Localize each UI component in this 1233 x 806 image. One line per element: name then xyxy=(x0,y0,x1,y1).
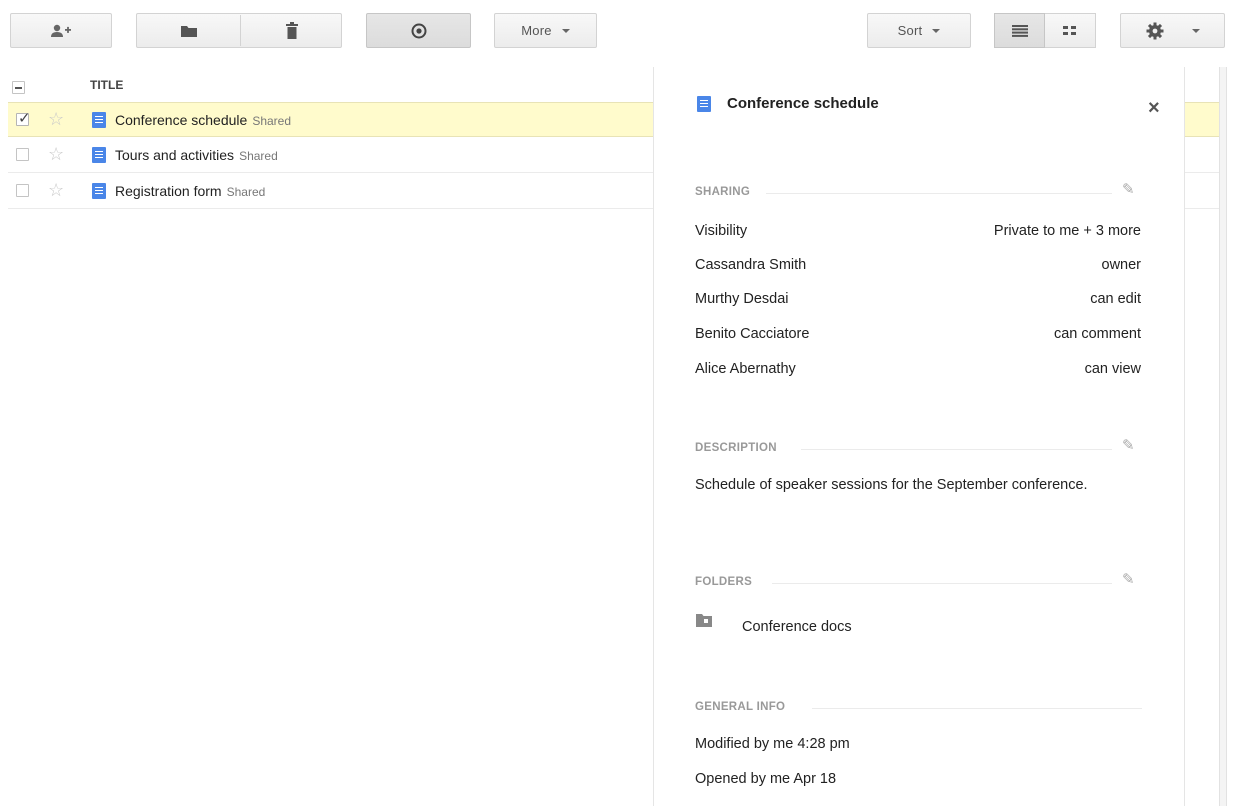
more-label: More xyxy=(521,23,552,38)
folder-delete-group xyxy=(136,13,342,48)
document-icon xyxy=(92,112,106,128)
edit-sharing-icon[interactable]: ✎ xyxy=(1122,180,1135,198)
preview-button[interactable] xyxy=(366,13,471,48)
sort-button[interactable]: Sort xyxy=(867,13,971,48)
sort-label: Sort xyxy=(897,23,923,38)
edit-description-icon[interactable]: ✎ xyxy=(1122,436,1135,454)
list-scrollbar[interactable] xyxy=(1219,67,1227,806)
add-person-icon xyxy=(51,24,71,37)
file-name[interactable]: Tours and activities xyxy=(115,147,234,163)
sharing-person-name: Murthy Desdai xyxy=(695,291,789,307)
more-button[interactable]: More xyxy=(494,13,597,48)
chevron-down-icon xyxy=(1191,28,1200,33)
section-divider xyxy=(772,583,1112,584)
move-to-folder-button[interactable] xyxy=(137,14,240,47)
star-icon[interactable]: ☆ xyxy=(48,144,64,165)
shared-badge: Shared xyxy=(252,114,292,128)
gear-icon xyxy=(1146,22,1163,39)
row-title[interactable]: Tours and activities Shared xyxy=(115,147,278,163)
details-panel: Conference schedule × SHARING ✎ Visibili… xyxy=(653,67,1185,806)
section-divider xyxy=(812,708,1142,709)
section-divider xyxy=(801,449,1112,450)
sharing-person-name: Benito Cacciatore xyxy=(695,326,810,342)
file-name[interactable]: Registration form xyxy=(115,183,222,199)
section-divider xyxy=(766,193,1112,194)
document-icon xyxy=(92,183,106,199)
view-toggle-group xyxy=(994,13,1096,48)
file-name[interactable]: Conference schedule xyxy=(115,112,247,128)
sharing-person-role: can comment xyxy=(1053,326,1141,342)
details-title: Conference schedule xyxy=(727,95,879,112)
edit-folders-icon[interactable]: ✎ xyxy=(1122,570,1135,588)
settings-button[interactable] xyxy=(1120,13,1225,48)
eye-icon xyxy=(411,23,426,38)
list-view-icon xyxy=(1011,24,1028,37)
title-column-header[interactable]: TITLE xyxy=(90,78,123,92)
sharing-person-name: Cassandra Smith xyxy=(695,257,807,273)
folder-item[interactable]: Conference docs xyxy=(742,619,852,635)
sharing-person-name: Alice Abernathy xyxy=(695,361,796,377)
visibility-value: Private to me + 3 more xyxy=(993,223,1141,239)
add-person-button[interactable] xyxy=(10,13,112,48)
chevron-down-icon xyxy=(561,28,570,33)
modified-info: Modified by me 4:28 pm xyxy=(695,736,850,752)
select-all-checkbox[interactable] xyxy=(12,81,25,94)
list-view-button[interactable] xyxy=(994,13,1045,48)
grid-view-icon xyxy=(1063,25,1076,35)
opened-info: Opened by me Apr 18 xyxy=(695,771,837,787)
folder-icon xyxy=(696,614,712,627)
folders-section-label: FOLDERS xyxy=(695,576,753,588)
document-icon xyxy=(697,96,711,112)
row-title[interactable]: Registration form Shared xyxy=(115,183,265,199)
checkmark-icon: ✓ xyxy=(18,110,31,127)
document-icon xyxy=(92,147,106,163)
shared-badge: Shared xyxy=(239,149,278,163)
sharing-person-role: can edit xyxy=(1090,291,1141,307)
trash-icon xyxy=(286,22,298,39)
sharing-person-role: can view xyxy=(1084,361,1141,377)
indeterminate-dash xyxy=(15,87,22,89)
description-text: Schedule of speaker sessions for the Sep… xyxy=(695,477,1088,493)
close-icon[interactable]: × xyxy=(1148,97,1160,120)
delete-button[interactable] xyxy=(241,14,343,47)
row-checkbox[interactable] xyxy=(16,184,29,197)
folder-icon xyxy=(180,25,197,37)
sharing-person-role: owner xyxy=(1101,257,1142,273)
row-title[interactable]: Conference schedule Shared xyxy=(115,112,291,128)
shared-badge: Shared xyxy=(226,185,266,199)
row-checkbox[interactable] xyxy=(16,148,29,161)
description-section-label: DESCRIPTION xyxy=(695,442,777,454)
star-icon[interactable]: ☆ xyxy=(48,109,64,130)
star-icon[interactable]: ☆ xyxy=(48,180,64,201)
list-header: TITLE xyxy=(8,70,653,102)
chevron-down-icon xyxy=(932,28,941,33)
row-checkbox[interactable]: ✓ xyxy=(16,110,31,127)
visibility-label: Visibility xyxy=(695,223,748,239)
grid-view-button[interactable] xyxy=(1045,13,1096,48)
sharing-section-label: SHARING xyxy=(695,186,751,198)
general-info-section-label: GENERAL INFO xyxy=(695,701,786,713)
